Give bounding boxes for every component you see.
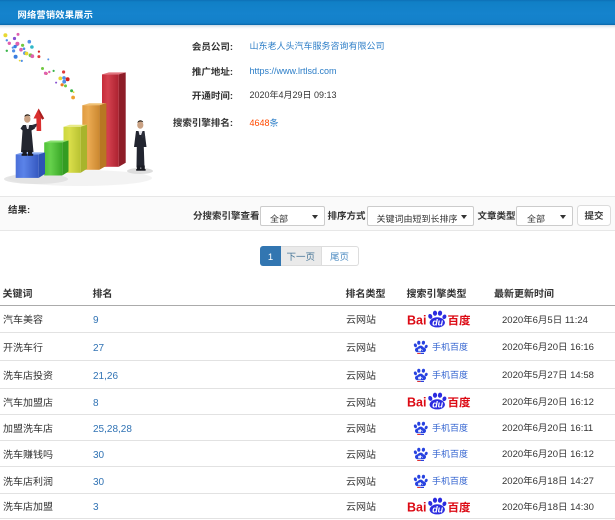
svg-text:du: du — [433, 504, 444, 514]
svg-text:du: du — [433, 317, 444, 327]
svg-text:du: du — [433, 400, 444, 410]
